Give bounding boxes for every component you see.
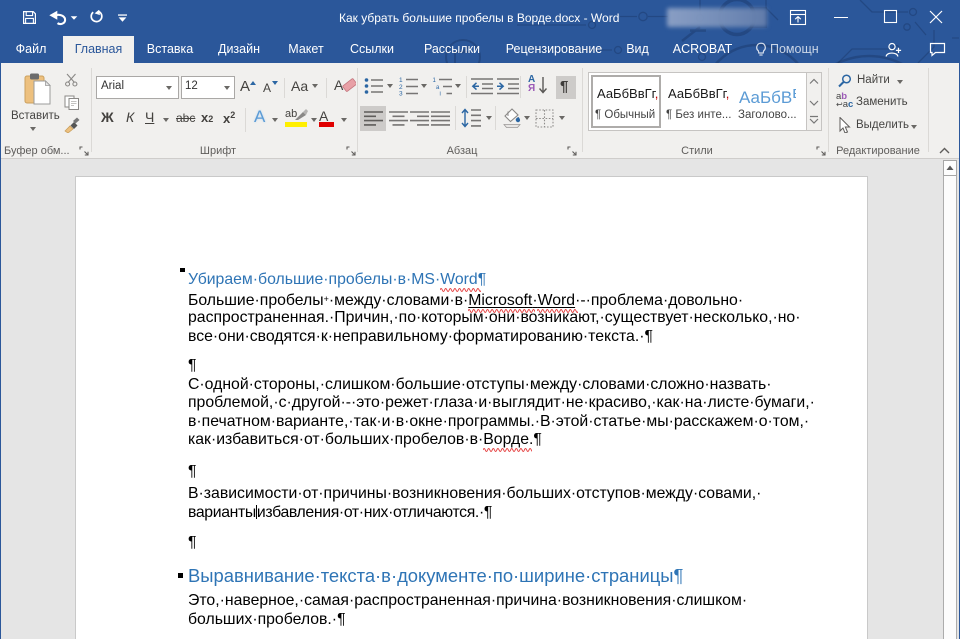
svg-text:1: 1 [399, 77, 403, 84]
svg-text:3: 3 [399, 91, 403, 97]
svg-text:i: i [440, 92, 441, 97]
svg-text:а: а [436, 85, 440, 91]
svg-text:1: 1 [433, 78, 437, 84]
